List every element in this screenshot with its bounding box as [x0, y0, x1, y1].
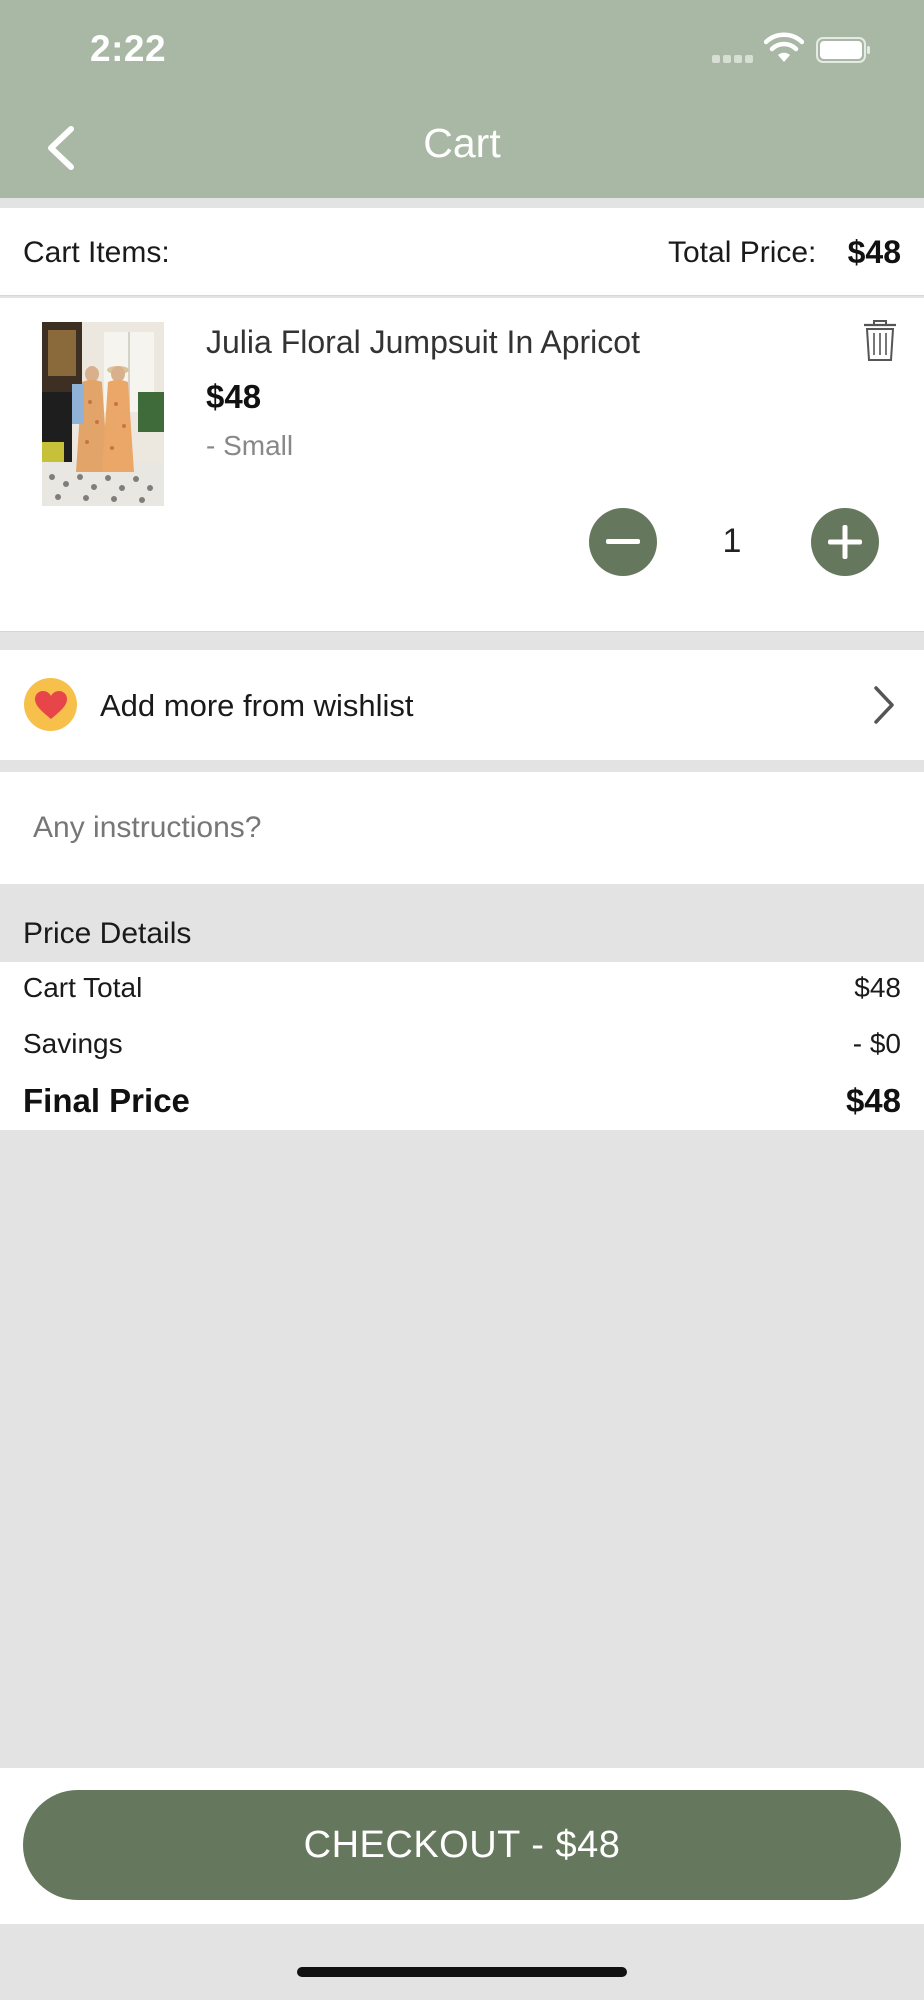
cart-summary: Cart Items: Total Price: $48: [0, 208, 924, 296]
cart-items-label: Cart Items:: [23, 236, 170, 269]
home-indicator[interactable]: [297, 1967, 627, 1977]
app-header: 2:22 Cart: [0, 0, 924, 198]
instructions-input[interactable]: [0, 772, 924, 884]
heart-icon: [34, 690, 67, 719]
cart-item: Julia Floral Jumpsuit In Apricot $48 - S…: [0, 298, 924, 632]
final-price-value: $48: [845, 1082, 901, 1119]
total-price-value: $48: [847, 234, 901, 270]
total-price-label: Total Price:: [668, 236, 817, 269]
checkout-bar: CHECKOUT - $48: [0, 1768, 924, 1924]
page-title: Cart: [423, 120, 501, 166]
status-time: 2:22: [90, 28, 167, 69]
plus-icon: [828, 525, 862, 559]
minus-icon: [606, 539, 640, 544]
cellular-signal-icon: [712, 54, 756, 64]
battery-icon: [816, 37, 870, 63]
heart-badge: [24, 678, 77, 731]
final-price-row: Final Price $48: [23, 1082, 901, 1120]
product-image[interactable]: [42, 322, 164, 506]
cart-total-value: $48: [854, 972, 901, 1003]
instructions-box: [0, 772, 924, 884]
remove-item-button[interactable]: [860, 318, 900, 364]
cart-total-row: Cart Total $48: [23, 972, 901, 1004]
price-details: Cart Total $48 Savings - $0 Final Price …: [0, 962, 924, 1130]
savings-value: - $0: [852, 1028, 901, 1059]
price-details-title: Price Details: [23, 917, 192, 950]
increase-quantity-button[interactable]: [811, 508, 879, 576]
final-price-label: Final Price: [23, 1082, 190, 1119]
cart-total-label: Cart Total: [23, 972, 143, 1003]
checkout-button[interactable]: CHECKOUT - $48: [23, 1790, 901, 1900]
product-size: - Small: [206, 430, 294, 461]
product-price: $48: [206, 378, 262, 415]
savings-label: Savings: [23, 1028, 123, 1059]
wishlist-label: Add more from wishlist: [100, 688, 414, 723]
quantity-value: 1: [722, 522, 742, 560]
decrease-quantity-button[interactable]: [589, 508, 657, 576]
product-name[interactable]: Julia Floral Jumpsuit In Apricot: [206, 324, 640, 361]
chevron-right-icon: [874, 686, 894, 724]
wifi-icon: [764, 32, 804, 62]
add-from-wishlist-row[interactable]: Add more from wishlist: [0, 650, 924, 760]
trash-icon: [864, 320, 896, 361]
savings-row: Savings - $0: [23, 1028, 901, 1060]
